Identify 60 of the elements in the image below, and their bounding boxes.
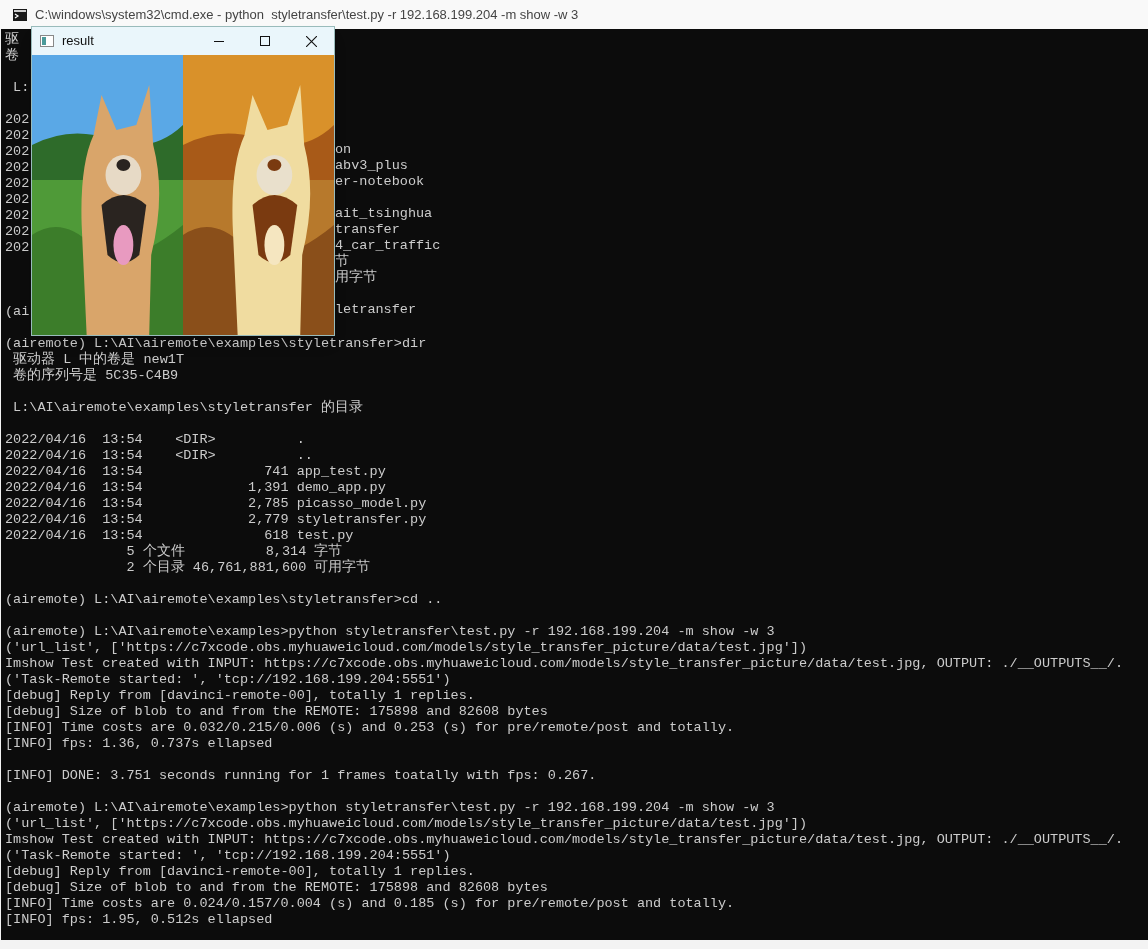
popup-title: result [62, 32, 94, 51]
console-line: (airemote) L:\AI\airemote\examples>python styletransfer\test.py -r 192.168.199.204 -m show -w 3 [5, 624, 775, 639]
console-text: L: [12, 80, 30, 94]
console-line: 卷的序列号是 5C35-C4B9 [12, 368, 179, 383]
console-line: [INFO] fps: 1.95, 0.512s ellapsed [5, 912, 273, 927]
console-line: ('Task-Remote started: ', 'tcp://192.168.199.204:5551') [5, 848, 451, 863]
console-line: ('url_list', ['https://c7xcode.obs.myhuaweicloud.com/models/style_transfer_picture/data/test.jpg']) [5, 640, 808, 655]
console-text: 202 [5, 208, 30, 222]
console-text: 202 [5, 240, 30, 254]
console-text: 驱 [5, 32, 19, 46]
maximize-icon [260, 36, 270, 46]
console-line: 2022/04/16 13:54 <DIR> . [5, 432, 305, 447]
console-line: (airemote) L:\AI\airemote\examples\styletransfer>cd .. [5, 592, 443, 607]
console-line: [debug] Reply from [davinci-remote-00], totally 1 replies. [5, 688, 475, 703]
window-icon [40, 35, 54, 47]
window-title: C:\windows\system32\cmd.exe - python styletransfer\test.py -r 192.168.199.204 -m show -w 3 [35, 5, 579, 24]
console-text: 202 [5, 224, 30, 238]
console-text: 4_car_traffic [335, 238, 441, 253]
console-text: 用字节 [335, 270, 377, 286]
console-text: ait_tsinghua [335, 206, 433, 222]
console-text: 202 [5, 144, 30, 158]
console-text: 202 [5, 192, 30, 206]
console-line: [INFO] DONE: 3.751 seconds running for 1 frames toatally with fps: 0.267. [5, 768, 597, 783]
console-line: 驱动器 L 中的卷是 new1T [12, 352, 184, 367]
console-line: Imshow Test created with INPUT: https://c7xcode.obs.myhuaweicloud.com/models/style_transfer_picture/data/test.jpg, OUTPUT: ./__OUTPUTS__/. [5, 656, 1123, 671]
console-line: 2022/04/16 13:54 741 app_test.py [5, 464, 386, 479]
console-text: er-notebook [335, 174, 425, 190]
console-line: 2022/04/16 13:54 618 test.py [5, 528, 354, 543]
console-line: [debug] Size of blob to and from the REMOTE: 175898 and 82608 bytes [5, 880, 548, 895]
terminal-icon [13, 8, 27, 21]
console-text: 202 [5, 160, 30, 174]
console-line: 2022/04/16 13:54 <DIR> .. [5, 448, 313, 463]
console-line: (airemote) L:\AI\airemote\examples>python styletransfer\test.py -r 192.168.199.204 -m show -w 3 [5, 800, 775, 815]
console-line: 5 个文件 8,314 字节 [125, 544, 343, 559]
console-line: ('Task-Remote started: ', 'tcp://192.168.199.204:5551') [5, 672, 451, 687]
console-line: 2 个目录 46,761,881,600 可用字节 [125, 560, 371, 575]
console-line: 2022/04/16 13:54 2,785 picasso_model.py [5, 496, 427, 511]
console-text: abv3_plus [335, 158, 408, 174]
console-text: on [335, 142, 352, 158]
console-line: L:\AI\airemote\examples\styletransfer 的目录 [12, 400, 363, 415]
console-line: Imshow Test created with INPUT: https://c7xcode.obs.myhuaweicloud.com/models/style_transfer_picture/data/test.jpg, OUTPUT: ./__OUTPUTS__/. [5, 832, 1123, 847]
console-text: 节 [335, 254, 349, 270]
console-line: [INFO] fps: 1.36, 0.737s ellapsed [5, 736, 273, 751]
console-line: (airemote) L:\AI\airemote\examples\styletransfer>dir [5, 336, 427, 351]
close-icon [305, 35, 317, 47]
console-text: 202 [5, 128, 30, 142]
console-line: [INFO] Time costs are 0.024/0.157/0.004 (s) and 0.185 (s) for pre/remote/post and totally. [5, 896, 735, 911]
console-line: 2022/04/16 13:54 2,779 styletransfer.py [5, 512, 427, 527]
console-text: 202 [5, 176, 30, 190]
console-text: 202 [5, 112, 30, 126]
console-line: 2022/04/16 13:54 1,391 demo_app.py [5, 480, 386, 495]
console-text: letransfer [335, 302, 416, 318]
console-line: [INFO] Time costs are 0.032/0.215/0.006 (s) and 0.253 (s) for pre/remote/post and totally. [5, 720, 735, 735]
console-text: transfer [335, 222, 400, 238]
console-text: 卷 [5, 48, 19, 62]
console-line: [debug] Reply from [davinci-remote-00], totally 1 replies. [5, 864, 475, 879]
minimize-icon [214, 40, 224, 42]
console-line: ('url_list', ['https://c7xcode.obs.myhuaweicloud.com/models/style_transfer_picture/data/test.jpg']) [5, 816, 808, 831]
console-line: [debug] Size of blob to and from the REMOTE: 175898 and 82608 bytes [5, 704, 548, 719]
console-text: (ai [5, 304, 30, 318]
